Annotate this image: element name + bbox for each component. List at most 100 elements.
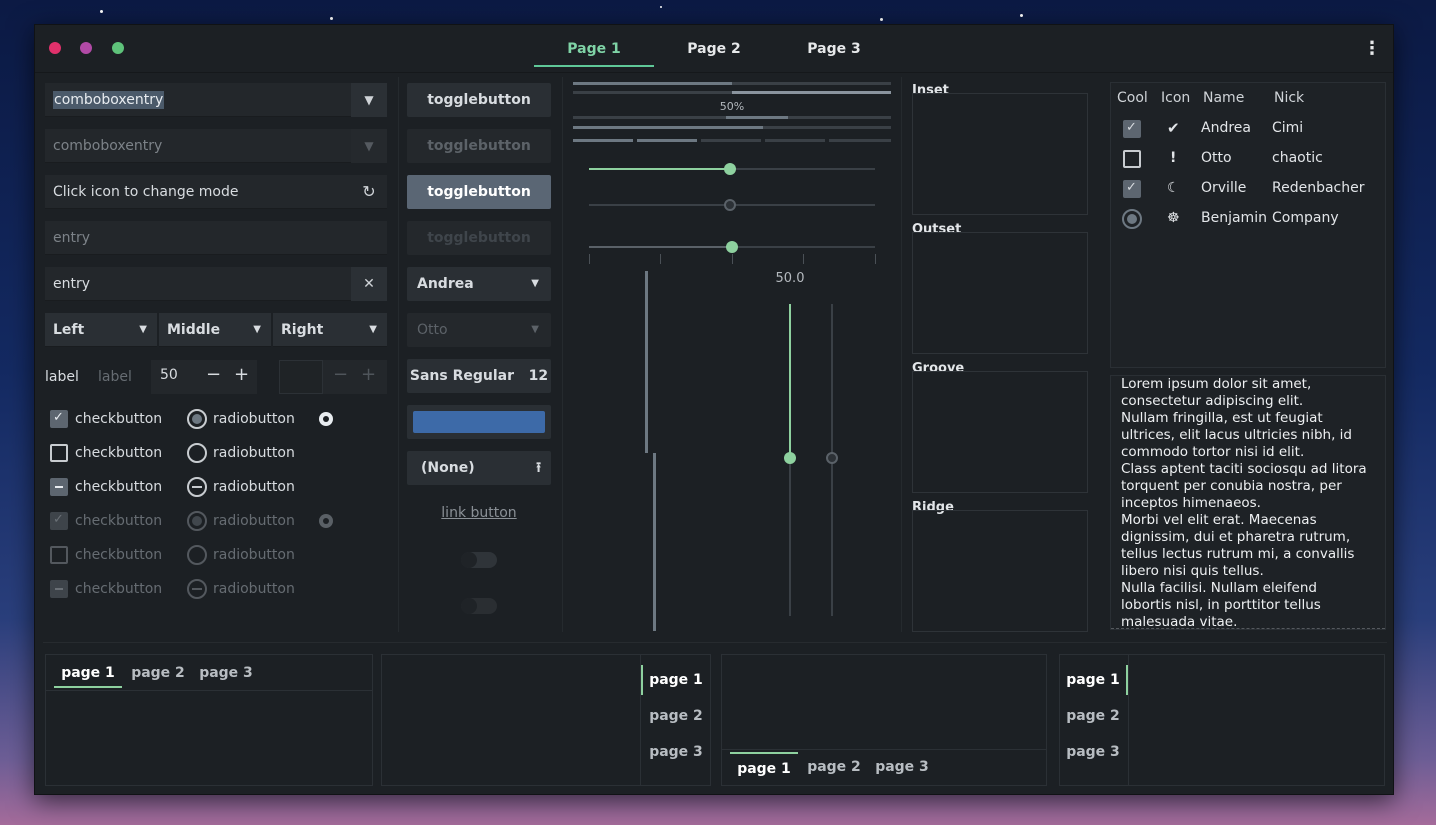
check-label: checkbutton xyxy=(75,479,163,495)
toggle-button-active[interactable]: togglebutton xyxy=(407,175,551,209)
maximize-window-button[interactable] xyxy=(112,42,124,54)
radio-label: radiobutton xyxy=(213,581,295,597)
tab-divider xyxy=(722,749,1046,750)
radio-indicator[interactable] xyxy=(319,412,333,426)
level-bar xyxy=(573,139,891,142)
checkbox-mixed[interactable] xyxy=(50,478,68,496)
notebook-tab[interactable]: page 2 xyxy=(800,752,868,782)
plus-icon[interactable]: + xyxy=(234,364,249,385)
radio-checked[interactable] xyxy=(187,409,207,429)
link-button[interactable]: link button xyxy=(407,505,551,521)
vscrollbar-2[interactable] xyxy=(653,453,656,631)
refresh-icon[interactable]: ↻ xyxy=(351,175,387,209)
radio-unchecked[interactable] xyxy=(187,443,207,463)
frame-inset xyxy=(912,93,1088,215)
checkbox-checked[interactable]: ✓ xyxy=(50,410,68,428)
notebook-left: page 1 page 2 page 3 xyxy=(1059,654,1385,786)
clear-icon[interactable]: ✕ xyxy=(351,267,387,301)
color-button[interactable] xyxy=(407,405,551,439)
cool-checkbox[interactable]: ✓ xyxy=(1123,120,1141,138)
text-view[interactable]: Lorem ipsum dolor sit amet, consectetur a… xyxy=(1110,375,1386,630)
combo-middle[interactable]: Middle ▼ xyxy=(159,313,271,347)
hscale-3-handle[interactable] xyxy=(726,241,738,253)
notebook-tab[interactable]: page 2 xyxy=(124,658,192,688)
check-label: checkbutton xyxy=(75,547,163,563)
hscale-1-handle[interactable] xyxy=(724,163,736,175)
text-line: Class aptent taciti sociosqu ad litora xyxy=(1121,461,1367,477)
combobox-entry-disabled-text: comboboxentry xyxy=(53,138,163,154)
spin-disabled-field xyxy=(279,360,323,394)
chevron-down-icon: ▼ xyxy=(531,324,539,335)
separator xyxy=(43,642,1387,643)
label: label xyxy=(45,369,79,385)
cool-checkbox[interactable]: ✓ xyxy=(1123,180,1141,198)
combo-right[interactable]: Right ▼ xyxy=(273,313,387,347)
text-content: Lorem ipsum dolor sit amet, consectetur a… xyxy=(1121,376,1367,629)
scale-tick xyxy=(660,254,661,264)
color-swatch xyxy=(413,411,545,433)
column-header-cool[interactable]: Cool xyxy=(1117,83,1148,113)
minus-icon[interactable]: − xyxy=(206,364,221,385)
star xyxy=(660,6,662,8)
entry-with-clear[interactable]: entry ✕ xyxy=(45,267,387,301)
chevron-down-icon: ▼ xyxy=(253,324,261,335)
spin-button[interactable]: 50 − + xyxy=(151,360,257,394)
progress-bar-4 xyxy=(573,126,891,129)
frame-ridge xyxy=(912,510,1088,632)
cool-radio[interactable] xyxy=(1122,209,1142,229)
switch-off[interactable] xyxy=(461,552,497,568)
check-label: checkbutton xyxy=(75,411,163,427)
column-header-nick[interactable]: Nick xyxy=(1274,83,1304,113)
notebook-tab[interactable]: page 3 xyxy=(1060,737,1126,767)
chevron-down-icon[interactable]: ▼ xyxy=(351,83,387,117)
text-line: ultrices, elit lacus ultricies nibh, id xyxy=(1121,427,1353,443)
upload-icon: ⭱ xyxy=(536,460,541,476)
text-line: inceptos himenaeos. xyxy=(1121,495,1261,511)
name-cell: Orville xyxy=(1201,180,1247,196)
cool-checkbox[interactable] xyxy=(1123,150,1141,168)
notebook-tab[interactable]: page 2 xyxy=(1060,701,1126,731)
spin-value: 50 xyxy=(160,367,178,383)
minimize-window-button[interactable] xyxy=(80,42,92,54)
checkbox-checked-disabled: ✓ xyxy=(50,512,68,530)
combo-left[interactable]: Left ▼ xyxy=(45,313,157,347)
combo-andrea[interactable]: Andrea ▼ xyxy=(407,267,551,301)
menu-icon[interactable]: ⋮ xyxy=(1363,39,1381,59)
icon-entry[interactable]: Click icon to change mode ↻ xyxy=(45,175,387,209)
scale-value-label: 50.0 xyxy=(775,271,805,286)
notebook-tab[interactable]: page 2 xyxy=(643,701,709,731)
toggle-button[interactable]: togglebutton xyxy=(407,83,551,117)
notebook-tab[interactable]: page 1 xyxy=(54,658,122,688)
notebook-tab[interactable]: page 3 xyxy=(192,658,260,688)
radio-mixed[interactable] xyxy=(187,477,207,497)
vscale-2-handle xyxy=(826,452,838,464)
combobox-entry[interactable]: comboboxentry ▼ xyxy=(45,83,387,117)
notebook-tab[interactable]: page 3 xyxy=(868,752,936,782)
separator xyxy=(562,77,563,632)
vscrollbar-1[interactable] xyxy=(645,271,648,453)
notebook-tab[interactable]: page 3 xyxy=(643,737,709,767)
star xyxy=(100,10,103,13)
file-chooser-button[interactable]: (None) ⭱ xyxy=(407,451,551,485)
notebook-tab[interactable]: page 1 xyxy=(641,665,709,695)
checkbox-unchecked[interactable] xyxy=(50,444,68,462)
combobox-entry-disabled: comboboxentry ▼ xyxy=(45,129,387,163)
text-line: commodo tortor nisi id elit. xyxy=(1121,444,1305,460)
tab-page-1[interactable]: Page 1 xyxy=(534,33,654,67)
column-header-name[interactable]: Name xyxy=(1203,83,1244,113)
face-icon: ☸ xyxy=(1167,210,1180,226)
checkbox-unchecked-disabled xyxy=(50,546,68,564)
check-label: checkbutton xyxy=(75,445,163,461)
font-button[interactable]: Sans Regular 12 xyxy=(407,359,551,393)
tab-divider xyxy=(1128,655,1129,785)
vscale-1-handle[interactable] xyxy=(784,452,796,464)
notebook-tab[interactable]: page 1 xyxy=(730,752,798,782)
tab-page-2[interactable]: Page 2 xyxy=(654,33,774,67)
combo-andrea-label: Andrea xyxy=(417,276,474,292)
radio-label: radiobutton xyxy=(213,445,295,461)
tab-page-3[interactable]: Page 3 xyxy=(774,33,894,67)
nick-cell: Redenbacher xyxy=(1272,180,1365,196)
close-window-button[interactable] xyxy=(49,42,61,54)
column-header-icon[interactable]: Icon xyxy=(1161,83,1190,113)
notebook-tab[interactable]: page 1 xyxy=(1060,665,1128,695)
